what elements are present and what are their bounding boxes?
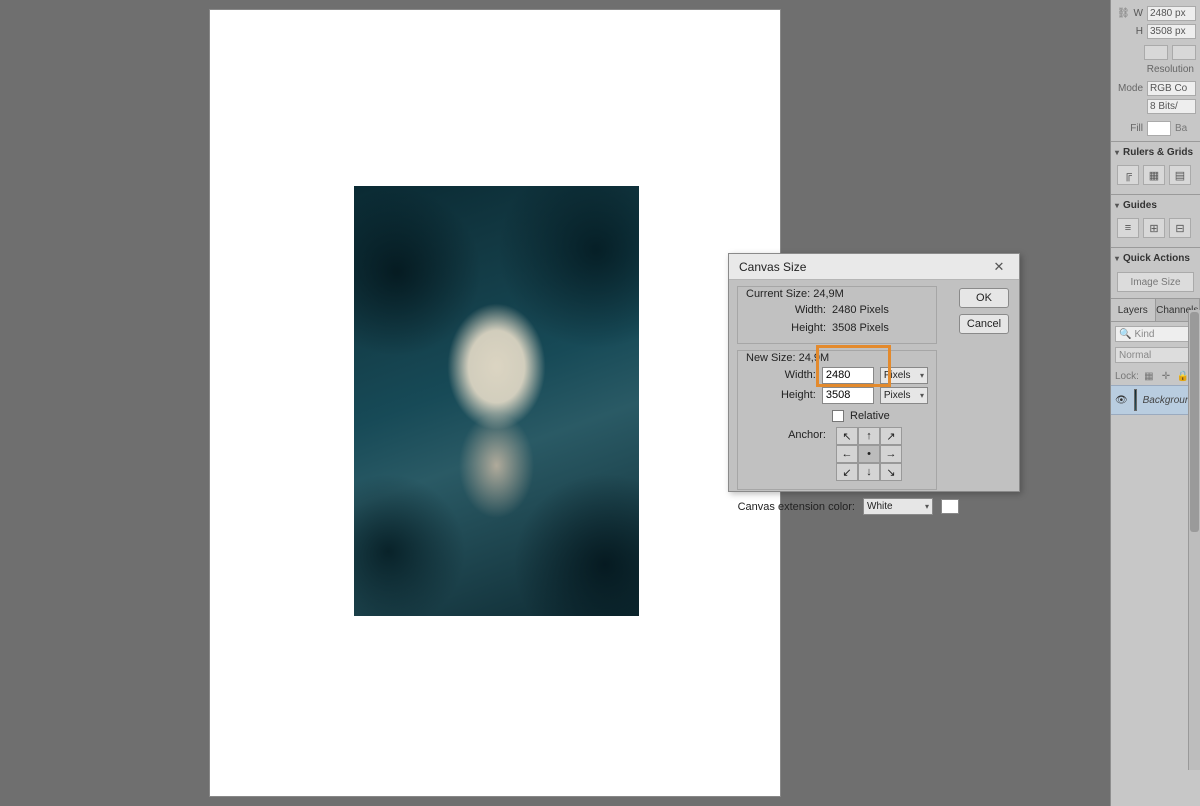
new-width-label: Width: [746, 369, 816, 381]
guide-icon-3[interactable]: ⊟ [1169, 218, 1191, 238]
relative-label: Relative [850, 410, 890, 422]
chevron-down-icon: ▾ [920, 371, 924, 380]
link-icon[interactable]: ⛓ [1117, 8, 1129, 19]
ruler-icon[interactable]: ╔ [1117, 165, 1139, 185]
current-width-value: 2480 Pixels [832, 304, 892, 316]
panel-scrollbar[interactable] [1188, 310, 1200, 770]
lock-position-icon[interactable]: ✛ [1159, 369, 1173, 383]
layer-kind-filter[interactable]: 🔍Kind [1115, 326, 1196, 342]
anchor-nw[interactable]: ↖ [836, 427, 858, 445]
new-height-input[interactable] [822, 387, 874, 404]
extension-color-label: Canvas extension color: [737, 501, 855, 513]
mode-value[interactable]: RGB Co [1147, 81, 1196, 96]
prop-w-value[interactable]: 2480 px [1147, 6, 1196, 21]
height-unit-select[interactable]: Pixels▾ [880, 387, 928, 404]
new-size-title: New Size: 24,9M [746, 352, 928, 364]
cancel-button[interactable]: Cancel [959, 314, 1009, 334]
resolution-label: Resolution [1117, 64, 1194, 75]
chevron-down-icon: ▾ [1115, 148, 1119, 157]
anchor-w[interactable]: ← [836, 445, 858, 463]
layer-thumbnail[interactable] [1134, 389, 1137, 411]
extension-color-swatch[interactable] [941, 499, 959, 514]
canvas-size-dialog: Canvas Size ✕ OK Cancel Current Size: 24… [728, 253, 1020, 492]
bit-depth-value[interactable]: 8 Bits/ [1147, 99, 1196, 114]
fill-label: Fill [1117, 123, 1143, 134]
chevron-down-icon: ▾ [1115, 201, 1119, 210]
mode-label: Mode [1117, 83, 1143, 94]
anchor-se[interactable]: ↘ [880, 463, 902, 481]
width-unit-select[interactable]: Pixels▾ [880, 367, 928, 384]
relative-checkbox[interactable] [832, 410, 844, 422]
scrollbar-thumb[interactable] [1190, 312, 1199, 532]
new-size-group: New Size: 24,9M Width: Pixels▾ Height: P… [737, 350, 937, 490]
chevron-down-icon: ▾ [925, 502, 929, 511]
prop-h-value[interactable]: 3508 px [1147, 24, 1196, 39]
chevron-down-icon: ▾ [920, 391, 924, 400]
guide-icon-2[interactable]: ⊞ [1143, 218, 1165, 238]
anchor-sw[interactable]: ↙ [836, 463, 858, 481]
right-panels: ⛓ W 2480 px H 3508 px Resolution Mode RG… [1110, 0, 1200, 806]
extension-color-select[interactable]: White▾ [863, 498, 933, 515]
lock-pixels-icon[interactable]: ▦ [1142, 369, 1156, 383]
dialog-title: Canvas Size [739, 260, 806, 274]
anchor-e[interactable]: → [880, 445, 902, 463]
blend-mode-select[interactable]: Normal▾ [1115, 347, 1196, 363]
properties-panel: ⛓ W 2480 px H 3508 px Resolution Mode RG… [1111, 0, 1200, 137]
layer-row-background[interactable]: 👁 Background [1111, 385, 1200, 415]
orientation-landscape-button[interactable] [1172, 45, 1196, 60]
visibility-icon[interactable]: 👁 [1115, 395, 1128, 406]
anchor-s[interactable]: ↓ [858, 463, 880, 481]
anchor-n[interactable]: ↑ [858, 427, 880, 445]
placed-image[interactable] [354, 186, 639, 616]
current-height-label: Height: [746, 322, 826, 334]
canvas-workspace[interactable]: Canvas Size ✕ OK Cancel Current Size: 24… [0, 0, 1110, 806]
ok-button[interactable]: OK [959, 288, 1009, 308]
pixel-grid-icon[interactable]: ▤ [1169, 165, 1191, 185]
prop-h-label: H [1133, 26, 1143, 37]
chevron-down-icon: ▾ [1115, 254, 1119, 263]
layer-lock-row: Lock: ▦ ✛ 🔒 [1111, 367, 1200, 385]
close-icon[interactable]: ✕ [985, 257, 1013, 277]
rulers-grids-header[interactable]: ▾Rulers & Grids [1111, 142, 1200, 162]
tab-layers[interactable]: Layers [1111, 299, 1156, 321]
new-width-input[interactable] [822, 367, 874, 384]
guides-header[interactable]: ▾Guides [1111, 195, 1200, 215]
fill-value: Ba [1175, 123, 1187, 134]
current-width-label: Width: [746, 304, 826, 316]
search-icon: 🔍 [1119, 329, 1131, 340]
image-size-button[interactable]: Image Size [1117, 272, 1194, 292]
current-height-value: 3508 Pixels [832, 322, 892, 334]
new-height-label: Height: [746, 389, 816, 401]
dialog-titlebar[interactable]: Canvas Size ✕ [729, 254, 1019, 280]
anchor-grid[interactable]: ↖↑↗ ←•→ ↙↓↘ [836, 427, 902, 481]
anchor-ne[interactable]: ↗ [880, 427, 902, 445]
fill-swatch[interactable] [1147, 121, 1171, 136]
current-size-group: Current Size: 24,9M Width: 2480 Pixels He… [737, 286, 937, 344]
current-size-title: Current Size: 24,9M [746, 288, 928, 300]
grid-icon[interactable]: ▦ [1143, 165, 1165, 185]
quick-actions-header[interactable]: ▾Quick Actions [1111, 248, 1200, 268]
anchor-center[interactable]: • [858, 445, 880, 463]
prop-w-label: W [1133, 8, 1143, 19]
guide-icon-1[interactable]: ≡ [1117, 218, 1139, 238]
orientation-portrait-button[interactable] [1144, 45, 1168, 60]
anchor-label: Anchor: [746, 427, 826, 441]
